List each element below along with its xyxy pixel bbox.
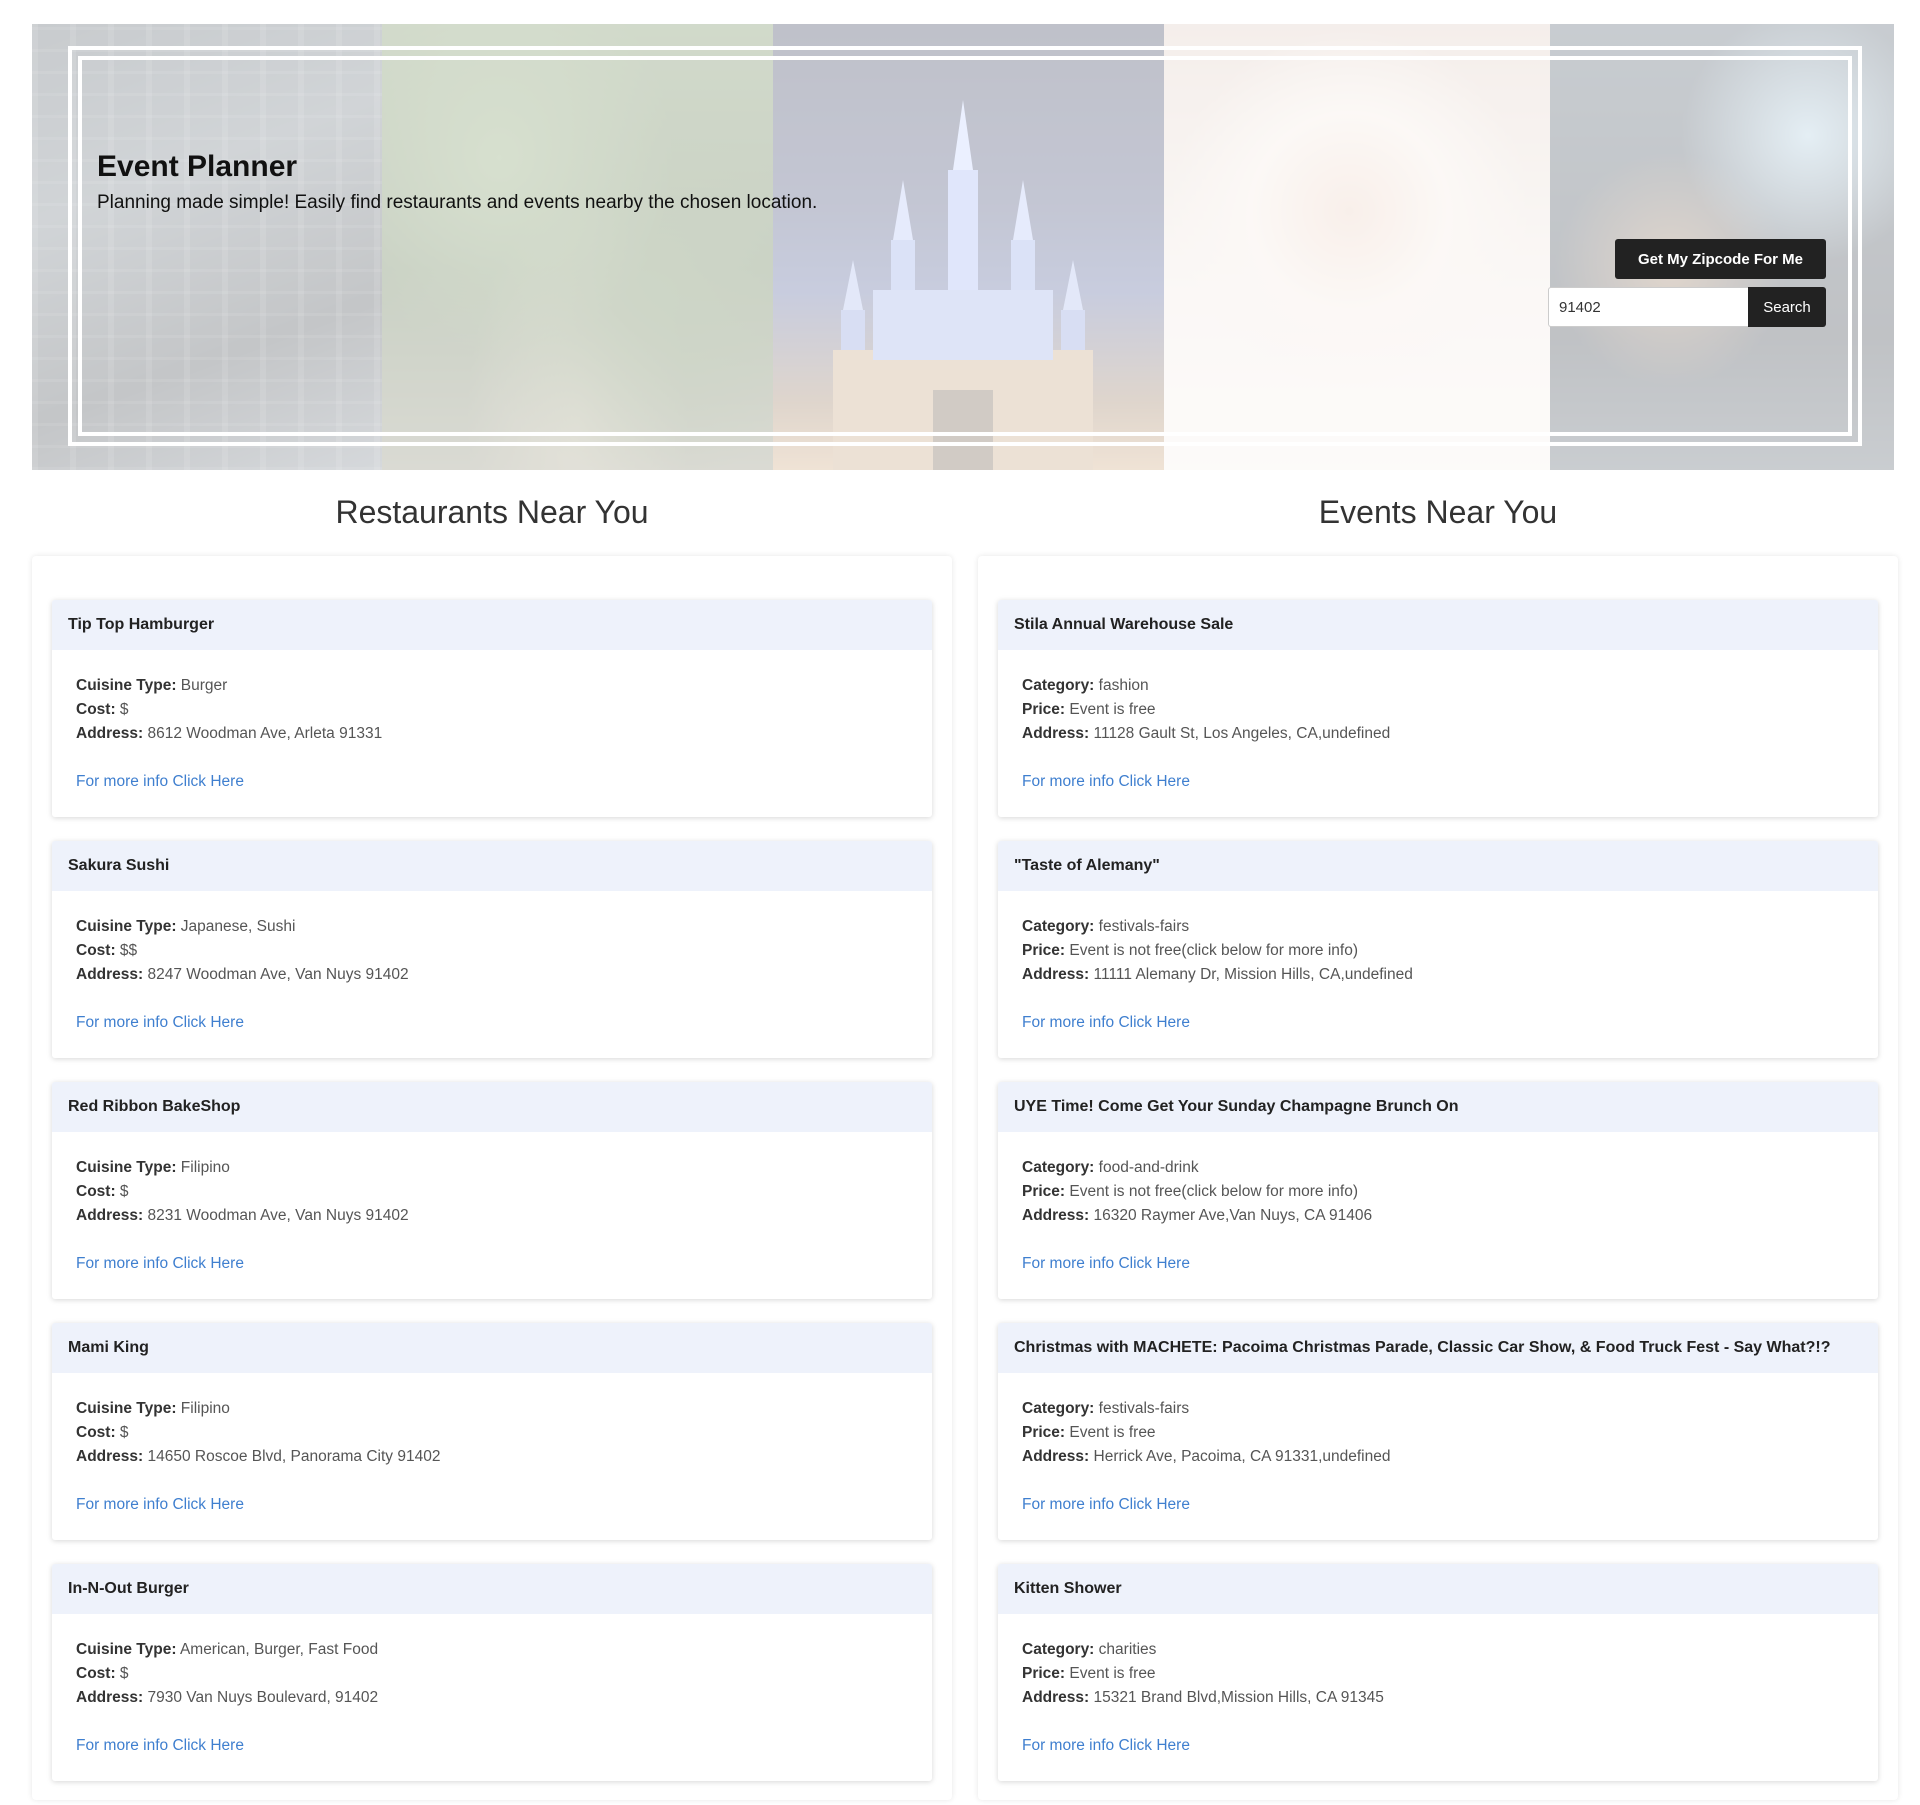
cost-row: Cost: $ <box>76 1665 129 1682</box>
restaurant-card: Mami King Cuisine Type: Filipino Cost: $… <box>52 1323 932 1540</box>
more-info-link[interactable]: For more info Click Here <box>76 1011 244 1035</box>
address-row: Address: 15321 Brand Blvd,Mission Hills,… <box>1022 1689 1384 1706</box>
address-row: Address: 16320 Raymer Ave,Van Nuys, CA 9… <box>1022 1207 1373 1224</box>
event-card: "Taste of Alemany" Category: festivals-f… <box>998 841 1878 1058</box>
event-name: Kitten Shower <box>998 1564 1878 1614</box>
price-row: Price: Event is free <box>1022 1424 1156 1441</box>
event-name: "Taste of Alemany" <box>998 841 1878 891</box>
more-info-link[interactable]: For more info Click Here <box>1022 1493 1190 1517</box>
more-info-link[interactable]: For more info Click Here <box>1022 1011 1190 1035</box>
more-info-link[interactable]: For more info Click Here <box>76 1493 244 1517</box>
address-row: Address: 7930 Van Nuys Boulevard, 91402 <box>76 1689 379 1706</box>
restaurant-name: Red Ribbon BakeShop <box>52 1082 932 1132</box>
page-subtitle: Planning made simple! Easily find restau… <box>97 192 818 213</box>
cuisine-row: Cuisine Type: Filipino <box>76 1159 230 1176</box>
hero-frame-inner <box>78 56 1852 436</box>
cost-row: Cost: $$ <box>76 942 138 959</box>
restaurant-name: Sakura Sushi <box>52 841 932 891</box>
address-row: Address: 8231 Woodman Ave, Van Nuys 9140… <box>76 1207 409 1224</box>
restaurants-heading: Restaurants Near You <box>335 494 649 530</box>
address-row: Address: Herrick Ave, Pacoima, CA 91331,… <box>1022 1448 1391 1465</box>
more-info-link[interactable]: For more info Click Here <box>76 770 244 794</box>
cost-row: Cost: $ <box>76 1424 129 1441</box>
restaurant-card: Sakura Sushi Cuisine Type: Japanese, Sus… <box>52 841 932 1058</box>
price-row: Price: Event is not free(click below for… <box>1022 1183 1358 1200</box>
price-row: Price: Event is free <box>1022 701 1156 718</box>
event-card: Kitten Shower Category: charities Price:… <box>998 1564 1878 1781</box>
restaurant-name: Mami King <box>52 1323 932 1373</box>
address-row: Address: 11111 Alemany Dr, Mission Hills… <box>1022 966 1413 983</box>
restaurant-card: In-N-Out Burger Cuisine Type: American, … <box>52 1564 932 1781</box>
more-info-link[interactable]: For more info Click Here <box>1022 1734 1190 1758</box>
price-row: Price: Event is not free(click below for… <box>1022 942 1358 959</box>
more-info-link[interactable]: For more info Click Here <box>1022 1252 1190 1276</box>
page-title: Event Planner <box>97 150 298 183</box>
cuisine-row: Cuisine Type: Japanese, Sushi <box>76 918 296 935</box>
address-row: Address: 11128 Gault St, Los Angeles, CA… <box>1022 725 1391 742</box>
restaurant-name: Tip Top Hamburger <box>52 600 932 650</box>
restaurant-name: In-N-Out Burger <box>52 1564 932 1614</box>
address-row: Address: 14650 Roscoe Blvd, Panorama Cit… <box>76 1448 441 1465</box>
cost-row: Cost: $ <box>76 701 129 718</box>
events-list: Stila Annual Warehouse Sale Category: fa… <box>978 556 1898 1800</box>
event-name: UYE Time! Come Get Your Sunday Champagne… <box>998 1082 1878 1132</box>
more-info-link[interactable]: For more info Click Here <box>76 1252 244 1276</box>
category-row: Category: food-and-drink <box>1022 1159 1199 1176</box>
restaurant-card: Tip Top Hamburger Cuisine Type: Burger C… <box>52 600 932 817</box>
address-row: Address: 8247 Woodman Ave, Van Nuys 9140… <box>76 966 409 983</box>
more-info-link[interactable]: For more info Click Here <box>76 1734 244 1758</box>
event-card: Stila Annual Warehouse Sale Category: fa… <box>998 600 1878 817</box>
cuisine-row: Cuisine Type: American, Burger, Fast Foo… <box>76 1641 379 1658</box>
get-zipcode-button[interactable]: Get My Zipcode For Me <box>1615 239 1826 279</box>
event-name: Christmas with MACHETE: Pacoima Christma… <box>998 1323 1878 1373</box>
price-row: Price: Event is free <box>1022 1665 1156 1682</box>
category-row: Category: fashion <box>1022 677 1149 694</box>
address-row: Address: 8612 Woodman Ave, Arleta 91331 <box>76 725 383 742</box>
category-row: Category: festivals-fairs <box>1022 918 1190 935</box>
category-row: Category: festivals-fairs <box>1022 1400 1190 1417</box>
restaurant-card: Red Ribbon BakeShop Cuisine Type: Filipi… <box>52 1082 932 1299</box>
category-row: Category: charities <box>1022 1641 1157 1658</box>
cuisine-row: Cuisine Type: Filipino <box>76 1400 230 1417</box>
cost-row: Cost: $ <box>76 1183 129 1200</box>
events-heading: Events Near You <box>1318 494 1558 530</box>
cuisine-row: Cuisine Type: Burger <box>76 677 228 694</box>
event-card: UYE Time! Come Get Your Sunday Champagne… <box>998 1082 1878 1299</box>
restaurants-list: Tip Top Hamburger Cuisine Type: Burger C… <box>32 556 952 1800</box>
more-info-link[interactable]: For more info Click Here <box>1022 770 1190 794</box>
event-card: Christmas with MACHETE: Pacoima Christma… <box>998 1323 1878 1540</box>
event-name: Stila Annual Warehouse Sale <box>998 600 1878 650</box>
search-button[interactable]: Search <box>1748 287 1826 327</box>
hero-banner: Event Planner Planning made simple! Easi… <box>32 24 1894 470</box>
zipcode-input[interactable] <box>1548 287 1748 327</box>
